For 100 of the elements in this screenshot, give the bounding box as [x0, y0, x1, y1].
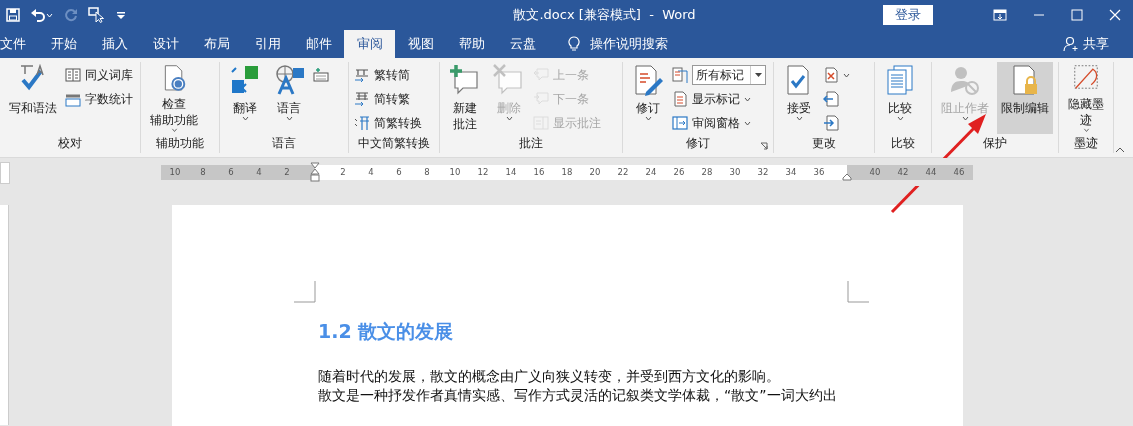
ruler-number: 12: [476, 167, 490, 177]
ribbon-display-options-icon[interactable]: [993, 9, 1007, 21]
group-label: 修订: [686, 135, 710, 152]
ribbon-tab[interactable]: 审阅: [344, 30, 395, 58]
group-label: 校对: [58, 135, 82, 152]
group-label: 批注: [519, 135, 543, 152]
touch-mode-icon[interactable]: [88, 7, 106, 23]
document-paragraph: 随着时代的发展，散文的概念由广义向狭义转变，并受到西方文化的影响。: [318, 367, 781, 386]
customize-menu-icon[interactable]: [116, 10, 126, 20]
ribbon-button[interactable]: 新建 批注: [445, 62, 485, 134]
dialog-launcher-icon[interactable]: [760, 142, 768, 150]
group-label: 保护: [983, 135, 1007, 152]
document-reject-icon: [823, 67, 839, 83]
ruler-number: 42: [896, 167, 910, 177]
ribbon-button[interactable]: 繁转简: [354, 64, 422, 86]
ribbon-button[interactable]: 显示标记: [672, 88, 766, 110]
ruler-number: 20: [588, 167, 602, 177]
group-label: 中文简繁转换: [358, 135, 430, 152]
lightbulb-icon: [568, 36, 580, 52]
ruler-number: 34: [784, 167, 798, 177]
markup-dropdown[interactable]: 所有标记: [692, 65, 766, 85]
ribbon-button[interactable]: 隐藏墨 迹: [1064, 62, 1108, 134]
caret-icon: [170, 127, 178, 132]
translate-icon: [229, 64, 261, 96]
save-icon[interactable]: [6, 8, 20, 22]
ruler-number: 8: [423, 167, 431, 177]
group-label: 更改: [812, 135, 836, 152]
reviewing-pane-icon: [672, 115, 688, 131]
ribbon-icon-button[interactable]: [823, 64, 850, 86]
ribbon-tab[interactable]: 设计: [140, 30, 191, 58]
ribbon-button[interactable]: 限制编辑: [997, 62, 1053, 134]
ruler-number: 10: [168, 167, 182, 177]
person-blocked-icon: [949, 64, 981, 96]
ruler-number: 4: [255, 167, 263, 177]
ribbon-tab[interactable]: 引用: [242, 30, 293, 58]
person-add-icon: [1063, 36, 1079, 52]
ruler-number: 46: [952, 167, 966, 177]
ruler-corner: [0, 162, 10, 184]
caret-icon: [843, 72, 850, 78]
document-heading: 1.2 散文的发展: [318, 319, 455, 344]
ribbon-tab[interactable]: 文件: [0, 30, 38, 58]
caret-icon: [744, 120, 751, 126]
document-pencil-icon: [632, 64, 664, 96]
caret-icon: [961, 116, 969, 121]
ribbon-button[interactable]: 写和语法: [5, 62, 61, 134]
ribbon-button[interactable]: 语言: [269, 62, 309, 134]
right-indent-marker-icon[interactable]: [842, 172, 852, 181]
ribbon-tab[interactable]: 帮助: [446, 30, 497, 58]
ribbon-button[interactable]: 接受: [779, 62, 819, 134]
ribbon-tab[interactable]: 开始: [38, 30, 89, 58]
caret-icon: [644, 116, 652, 121]
maximize-icon[interactable]: [1071, 9, 1083, 21]
ruler-number: 2: [339, 167, 347, 177]
traditional-to-simplified-icon: [354, 67, 370, 83]
ribbon-button[interactable]: 简繁转换: [354, 112, 422, 134]
undo-icon[interactable]: [30, 8, 54, 22]
ribbon-button[interactable]: 审阅窗格: [672, 112, 766, 134]
ruler-number: 8: [199, 167, 207, 177]
ruler-number: 28: [700, 167, 714, 177]
ribbon-button[interactable]: 翻译: [225, 62, 265, 134]
keyboard-icon: [313, 67, 329, 83]
ribbon-tab[interactable]: 邮件: [293, 30, 344, 58]
ribbon-button[interactable]: 同义词库: [65, 64, 133, 86]
window-title: 散文.docx [兼容模式] - Word: [512, 6, 697, 24]
ribbon-tab[interactable]: 插入: [89, 30, 140, 58]
simplified-to-traditional-icon: [354, 91, 370, 107]
chinese-convert-icon: [354, 115, 370, 131]
share-button[interactable]: 共享: [1057, 30, 1115, 58]
collapse-ribbon-icon[interactable]: [1115, 147, 1125, 153]
login-button[interactable]: 登录: [883, 5, 933, 25]
caret-icon: [285, 116, 293, 121]
group-label: 辅助功能: [156, 135, 204, 152]
dropdown-arrow-icon: [754, 73, 762, 77]
group-label: 语言: [272, 135, 296, 152]
ribbon-button[interactable]: 比较: [880, 62, 920, 134]
ribbon-button[interactable]: 简转繁: [354, 88, 422, 110]
next-change-icon: [823, 115, 839, 131]
ribbon-button[interactable]: 修订: [628, 62, 668, 134]
ribbon-tab[interactable]: 云盘: [497, 30, 548, 58]
compare-documents-icon: [884, 64, 916, 96]
ruler-number: 4: [367, 167, 375, 177]
caret-icon: [744, 96, 751, 102]
tell-me-search[interactable]: 操作说明搜索: [562, 30, 674, 58]
ribbon-button[interactable]: 检查 辅助功能: [146, 62, 202, 134]
group-label: 墨迹: [1074, 135, 1098, 152]
close-icon[interactable]: [1109, 9, 1121, 21]
ruler-number: 26: [672, 167, 686, 177]
ruler-number: 6: [227, 167, 235, 177]
margin-corner-mark: [294, 281, 316, 303]
comment-add-icon: [449, 64, 481, 96]
ribbon-tab[interactable]: 视图: [395, 30, 446, 58]
thesaurus-icon: [65, 67, 81, 83]
ruler-number: 30: [728, 167, 742, 177]
ribbon-tab[interactable]: 布局: [191, 30, 242, 58]
caret-icon: [241, 116, 249, 121]
ruler-number: 36: [812, 167, 826, 177]
ruler-number: 2: [283, 167, 291, 177]
indent-marker-icon[interactable]: [310, 161, 320, 182]
ribbon-button[interactable]: 字数统计: [65, 88, 133, 110]
track-changes-icon: [672, 67, 688, 83]
